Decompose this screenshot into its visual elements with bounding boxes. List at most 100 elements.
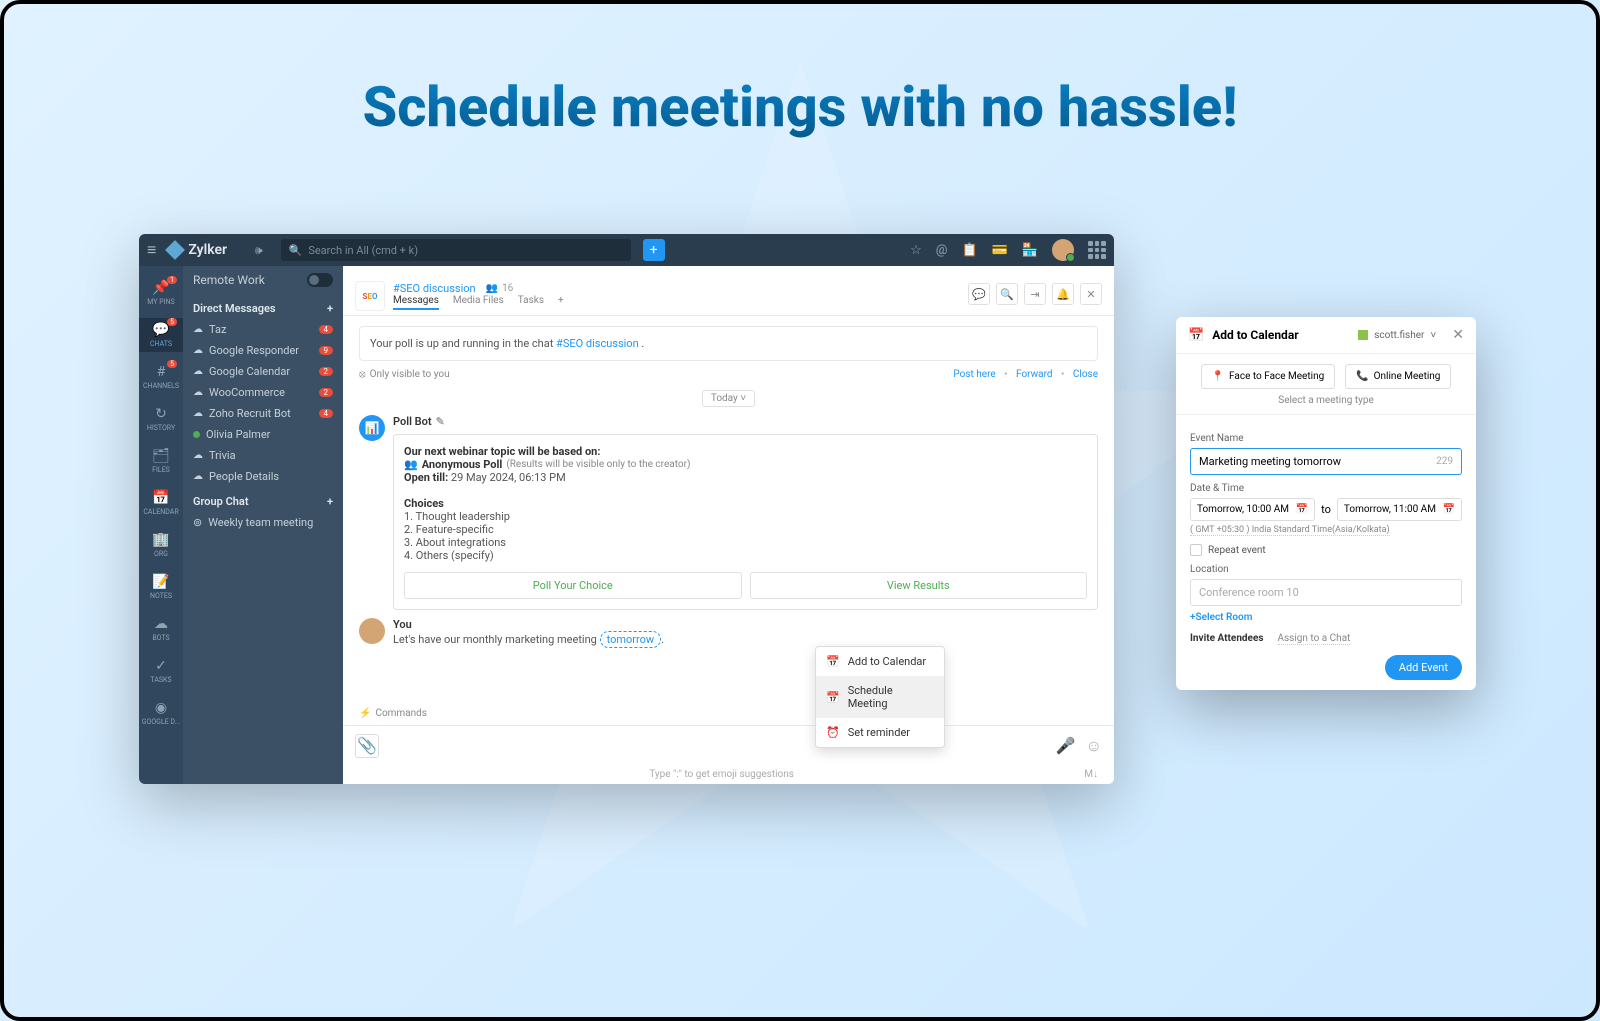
dm-item[interactable]: ☁Taz4 [183, 319, 343, 340]
dm-item[interactable]: ☁Trivia [183, 445, 343, 466]
search-chat-icon[interactable]: 🔍 [996, 283, 1018, 305]
iconbar: 📌MY PINS1 💬CHATS5 #CHANNELS5 ↻HISTORY 🗂FILES… [139, 266, 183, 784]
composer: 📎 🎤 ☺ [343, 725, 1114, 765]
wallet-icon[interactable]: 💳 [992, 243, 1008, 258]
poll-choice: 3. About integrations [404, 536, 1087, 549]
dm-item[interactable]: ☁Google Responder9 [183, 340, 343, 361]
poll-choice-button[interactable]: Poll Your Choice [404, 572, 742, 599]
channel-avatar: SEO [355, 281, 385, 311]
tomorrow-tag[interactable]: tomorrow [600, 631, 662, 648]
iconbar-chats[interactable]: 💬CHATS5 [139, 318, 183, 352]
forward[interactable]: Forward [1016, 369, 1053, 380]
add-group-icon[interactable]: + [327, 495, 333, 508]
people-count[interactable]: 👥16 [486, 283, 514, 294]
emoji-icon[interactable]: ☺ [1086, 736, 1102, 756]
add-dm-icon[interactable]: + [327, 302, 333, 315]
iconbar-notes[interactable]: 📝NOTES [139, 570, 183, 604]
channel-name[interactable]: #SEO discussion [393, 282, 476, 295]
context-menu: 📅Add to Calendar 📅Schedule Meeting ⏰Set … [815, 646, 945, 748]
iconbar-my pins[interactable]: 📌MY PINS1 [139, 276, 183, 310]
dm-item[interactable]: ☁WooCommerce2 [183, 382, 343, 403]
iconbar-google d...[interactable]: ◉GOOGLE D... [139, 696, 183, 730]
lightning-icon: ⚡ [359, 708, 371, 719]
iconbar-calendar[interactable]: 📅CALENDAR [139, 486, 183, 520]
search-input[interactable]: 🔍Search in All (cmd + k) [281, 239, 631, 261]
edit-icon[interactable]: ✎ [436, 415, 445, 428]
date-to-input[interactable]: Tomorrow, 11:00 AM📅 [1337, 498, 1462, 521]
attach-button[interactable]: 📎 [355, 734, 379, 758]
calendar-icon: 📅 [1188, 328, 1204, 343]
ctx-add-calendar[interactable]: 📅Add to Calendar [816, 647, 944, 676]
assign-to-chat[interactable]: Assign to a Chat [1278, 633, 1351, 645]
at-icon[interactable]: @ [936, 243, 948, 258]
group-item[interactable]: ⊚Weekly team meeting [183, 512, 343, 533]
menu-icon[interactable]: ≡ [147, 240, 156, 260]
notice-link[interactable]: #SEO discussion [556, 337, 639, 350]
calendar-icon: 📅 [826, 655, 840, 668]
chat-header: SEO #SEO discussion 👥16 Messages Media F… [343, 266, 1114, 316]
user-avatar[interactable] [1052, 239, 1074, 261]
close-icon[interactable]: ✕ [1452, 327, 1464, 343]
location-input[interactable]: Conference room 10 [1190, 579, 1462, 606]
group-section-header: Group Chat+ [183, 487, 343, 512]
search-icon: 🔍 [289, 244, 303, 257]
commands-row[interactable]: ⚡Commands [343, 702, 1114, 725]
clipboard-icon[interactable]: 📋 [961, 243, 977, 258]
mic-icon[interactable]: 🎤 [1056, 736, 1076, 756]
exit-icon[interactable]: ⇥ [1024, 283, 1046, 305]
speaker-icon[interactable]: 🕪 [255, 243, 263, 258]
ctx-set-reminder[interactable]: ⏰Set reminder [816, 718, 944, 747]
add-to-calendar-modal: 📅 Add to Calendar scott.fisher˅ ✕ 📍Face … [1176, 317, 1476, 690]
message-feed: Your poll is up and running in the chat … [343, 316, 1114, 702]
iconbar-tasks[interactable]: ✓TASKS [139, 654, 183, 688]
workspace-selector[interactable]: Remote Work [183, 266, 343, 294]
add-button[interactable]: + [643, 239, 665, 261]
iconbar-files[interactable]: 🗂FILES [139, 444, 183, 478]
dm-item[interactable]: ☁Zoho Recruit Bot4 [183, 403, 343, 424]
ctx-schedule-meeting[interactable]: 📅Schedule Meeting [816, 676, 944, 718]
bell-icon[interactable]: 🔔 [1052, 283, 1074, 305]
clock-icon: ⏰ [826, 726, 840, 739]
chat-area: SEO #SEO discussion 👥16 Messages Media F… [343, 266, 1114, 784]
tab-messages[interactable]: Messages [393, 295, 439, 310]
store-icon[interactable]: 🏪 [1022, 243, 1038, 258]
location-icon: 📍 [1212, 371, 1224, 382]
view-results-button[interactable]: View Results [750, 572, 1088, 599]
topbar-right: ☆ @ 📋 💳 🏪 [910, 239, 1106, 261]
star-icon[interactable]: ☆ [910, 243, 922, 258]
people-icon: 👥 [486, 283, 498, 294]
toggle[interactable] [307, 273, 333, 287]
tab-add[interactable]: + [558, 295, 564, 310]
post-here[interactable]: Post here [953, 369, 995, 380]
tab-tasks[interactable]: Tasks [518, 295, 544, 310]
calendar-user-select[interactable]: scott.fisher˅ [1358, 330, 1436, 341]
date-pill[interactable]: Today ˅ [702, 390, 755, 407]
tab-face-to-face[interactable]: 📍Face to Face Meeting [1201, 364, 1336, 389]
close-chat-icon[interactable]: ✕ [1080, 283, 1102, 305]
select-room-link[interactable]: +Select Room [1190, 612, 1462, 623]
iconbar-channels[interactable]: #CHANNELS5 [139, 360, 183, 394]
apps-grid-icon[interactable] [1088, 241, 1106, 259]
close-notice[interactable]: Close [1073, 369, 1098, 380]
you-avatar [359, 618, 385, 644]
event-name-input[interactable]: Marketing meeting tomorrow229 [1190, 448, 1462, 475]
dm-item[interactable]: ☁People Details [183, 466, 343, 487]
timezone[interactable]: ( GMT +05:30 ) India Standard Time(Asia/… [1190, 525, 1390, 536]
iconbar-org[interactable]: 🏢ORG [139, 528, 183, 562]
anon-icon: 👥 [404, 458, 418, 471]
iconbar-bots[interactable]: ☁BOTS [139, 612, 183, 646]
poll-choice: 1. Thought leadership [404, 510, 1087, 523]
date-from-input[interactable]: Tomorrow, 10:00 AM📅 [1190, 498, 1315, 521]
add-event-button[interactable]: Add Event [1385, 655, 1462, 680]
dm-item[interactable]: Olivia Palmer [183, 424, 343, 445]
repeat-checkbox[interactable]: Repeat event [1190, 544, 1462, 556]
chevron-down-icon: ˅ [1430, 330, 1436, 341]
dm-item[interactable]: ☁Google Calendar2 [183, 361, 343, 382]
iconbar-history[interactable]: ↻HISTORY [139, 402, 183, 436]
chat-icon[interactable]: 💬 [968, 283, 990, 305]
tab-media[interactable]: Media Files [453, 295, 504, 310]
tab-online-meeting[interactable]: 📞Online Meeting [1345, 364, 1451, 389]
dm-section-header: Direct Messages+ [183, 294, 343, 319]
app-window: ≡ Zylker 🕪 🔍Search in All (cmd + k) + ☆ … [139, 234, 1114, 784]
visibility-row: ⦻Only visible to you Post here • Forward… [359, 369, 1098, 380]
